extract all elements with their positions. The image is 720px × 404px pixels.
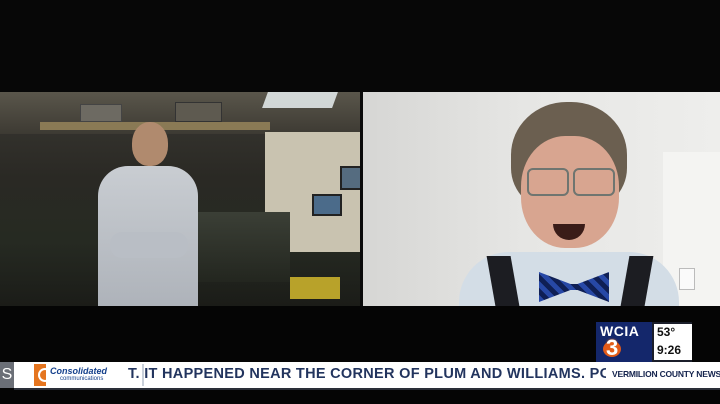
ticker-prev-fragment: S [0,362,14,388]
person-crossed-arms [110,232,188,258]
station-bug: WCIA 3 53° 9:26 [596,322,692,362]
video-feed-left [0,92,360,306]
clock-time: 9:26 [657,343,682,357]
video-feed-right [363,92,720,306]
glasses-lens-left [527,168,569,196]
glasses-lens-right [573,168,615,196]
light-switch [679,268,695,290]
station-channel-number: 3 [606,335,619,360]
letterbox-top [0,0,720,92]
sponsor-tagline: communications [60,376,104,382]
temperature: 53° [657,325,676,339]
computer-monitor [340,166,360,190]
region-label-text: VERMILION COUNTY NEWS [612,369,720,379]
weather-time-box: 53° 9:26 [654,324,692,360]
ticker-underline [14,388,720,390]
lab-equipment [80,104,122,122]
ticker-headline: T. IT HAPPENED NEAR THE CORNER OF PLUM A… [128,366,608,382]
station-logo: WCIA 3 [596,322,652,362]
ceiling-light [262,92,338,108]
sponsor-name: Consolidated [50,366,108,376]
person-head [132,122,168,166]
region-label: VERMILION COUNTY NEWS [606,364,720,386]
computer-monitor [312,194,342,216]
lab-equipment [175,102,222,122]
equipment-box [290,277,340,299]
